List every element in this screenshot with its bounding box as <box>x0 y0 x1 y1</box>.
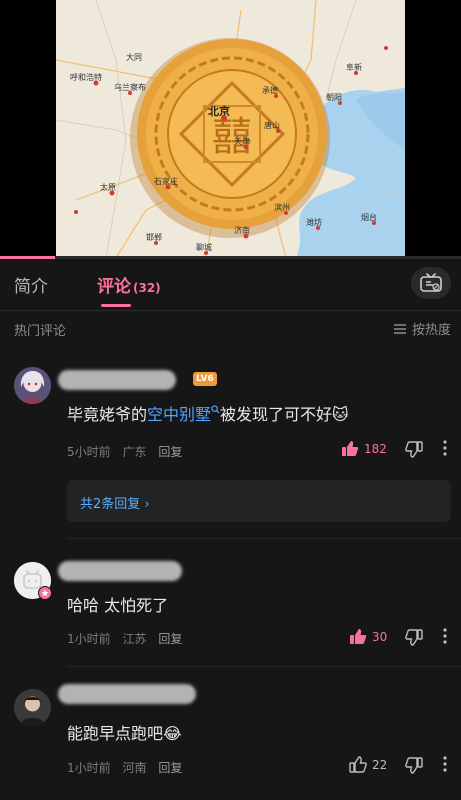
like-count: 22 <box>372 757 388 772</box>
comment-meta: 1小时前 江苏 回复 <box>67 630 190 647</box>
comment-meta: 1小时前 河南 回复 <box>67 759 190 776</box>
map-label: 大同 <box>126 52 142 62</box>
map-label: 聊城 <box>196 243 212 252</box>
map-label: 阜新 <box>346 62 362 72</box>
tab-bar: 简介 评论 (32) <box>0 260 461 311</box>
avatar-person-icon <box>14 689 51 726</box>
like-count: 182 <box>364 441 387 456</box>
comment-time: 5小时前 <box>67 445 111 459</box>
comment-time: 1小时前 <box>67 761 111 775</box>
comment-meta: 5小时前 广东 回复 <box>67 443 190 460</box>
map-label: 太原 <box>100 182 116 192</box>
cat-emoji: 🐱 <box>332 405 349 424</box>
view-replies-link[interactable]: 共2条回复 › <box>80 493 150 512</box>
like-button[interactable]: 182 <box>341 440 387 457</box>
comment-text-part: 被发现了可不好 <box>220 405 333 424</box>
hot-comments-header: 热门评论 按热度 <box>0 311 461 349</box>
map-label: 潍坊 <box>306 217 322 227</box>
comment-time: 1小时前 <box>67 632 111 646</box>
like-button[interactable]: 22 <box>349 756 387 773</box>
tv-icon <box>420 273 442 292</box>
replies-panel[interactable]: 共2条回复 › <box>67 480 451 522</box>
video-player[interactable]: 囍 呼和浩特 乌兰察布 承德 阜新 北京 天津 唐山 石家庄 太原 济南 烟台 … <box>0 0 461 258</box>
map-label: 北京 <box>208 104 230 118</box>
map-video-frame: 囍 呼和浩特 乌兰察布 承德 阜新 北京 天津 唐山 石家庄 太原 济南 烟台 … <box>56 0 405 258</box>
reply-button[interactable]: 回复 <box>158 632 182 646</box>
more-vertical-icon <box>443 628 447 644</box>
more-vertical-icon <box>443 756 447 772</box>
username-redacted[interactable] <box>58 370 176 390</box>
dislike-button[interactable] <box>405 441 423 462</box>
thumb-down-icon <box>405 757 423 774</box>
search-icon <box>211 404 220 414</box>
sort-by-hot-button[interactable]: 按热度 <box>393 319 451 338</box>
thumb-down-icon <box>405 629 423 646</box>
keyword-text: 空中别墅 <box>147 405 212 424</box>
map-label: 烟台 <box>361 212 377 222</box>
video-progress-bar[interactable] <box>0 256 461 259</box>
avatar[interactable] <box>14 689 51 726</box>
comment-count: (32) <box>133 281 161 295</box>
thumb-up-icon <box>349 756 367 773</box>
more-options-button[interactable] <box>443 756 447 776</box>
map-label: 乌兰察布 <box>114 82 146 92</box>
dislike-button[interactable] <box>405 757 423 778</box>
like-button[interactable]: 30 <box>349 628 387 645</box>
username-redacted[interactable] <box>58 684 196 704</box>
comment-text: 哈哈 太怕死了 <box>67 596 169 615</box>
map-label: 邯郸 <box>146 232 162 242</box>
avatar[interactable] <box>14 367 51 404</box>
thumb-up-icon <box>342 441 359 456</box>
comment-location: 江苏 <box>122 632 147 646</box>
map-label: 石家庄 <box>154 176 178 186</box>
comment-text: 毕竟姥爷的空中别墅 被发现了可不好🐱 <box>67 401 349 425</box>
map-label: 天津 <box>234 136 250 146</box>
like-count: 30 <box>372 629 388 644</box>
dislike-button[interactable] <box>405 629 423 650</box>
comment-text: 能跑早点跑吧😂 <box>67 724 182 743</box>
tab-comments-label: 评论 <box>97 277 131 297</box>
more-vertical-icon <box>443 440 447 456</box>
search-keyword-link[interactable]: 空中别墅 <box>147 404 220 424</box>
sort-label: 按热度 <box>411 323 451 338</box>
reply-button[interactable]: 回复 <box>158 761 182 775</box>
tab-active-indicator <box>101 304 131 307</box>
divider <box>67 666 461 667</box>
more-options-button[interactable] <box>443 628 447 648</box>
thumb-up-icon <box>350 629 367 644</box>
divider <box>67 538 461 539</box>
tab-comments[interactable]: 评论 (32) <box>97 272 161 297</box>
comment-text-part: 毕竟姥爷的 <box>67 405 148 424</box>
tab-intro[interactable]: 简介 <box>14 272 48 297</box>
map-label: 滨州 <box>274 202 290 212</box>
more-options-button[interactable] <box>443 440 447 460</box>
thumb-down-icon <box>405 441 423 458</box>
map-label: 朝阳 <box>326 93 342 102</box>
tv-danmaku-button[interactable] <box>411 267 451 299</box>
map-label: 呼和浩特 <box>70 72 102 82</box>
reply-button[interactable]: 回复 <box>158 445 182 459</box>
comment-location: 河南 <box>122 761 147 775</box>
member-badge-icon <box>38 586 52 600</box>
map-label: 唐山 <box>264 120 280 130</box>
comment-location: 广东 <box>122 445 147 459</box>
level-badge: LV6 <box>193 372 217 386</box>
avatar-anime-girl-icon <box>14 367 51 404</box>
hot-comments-title: 热门评论 <box>14 324 67 339</box>
map-illustration: 囍 呼和浩特 乌兰察布 承德 阜新 北京 天津 唐山 石家庄 太原 济南 烟台 … <box>56 0 405 258</box>
sort-icon <box>393 323 406 334</box>
video-progress-fill <box>0 256 56 259</box>
username-redacted[interactable] <box>58 561 182 581</box>
map-label: 承德 <box>262 85 278 95</box>
map-label: 济南 <box>234 225 250 235</box>
